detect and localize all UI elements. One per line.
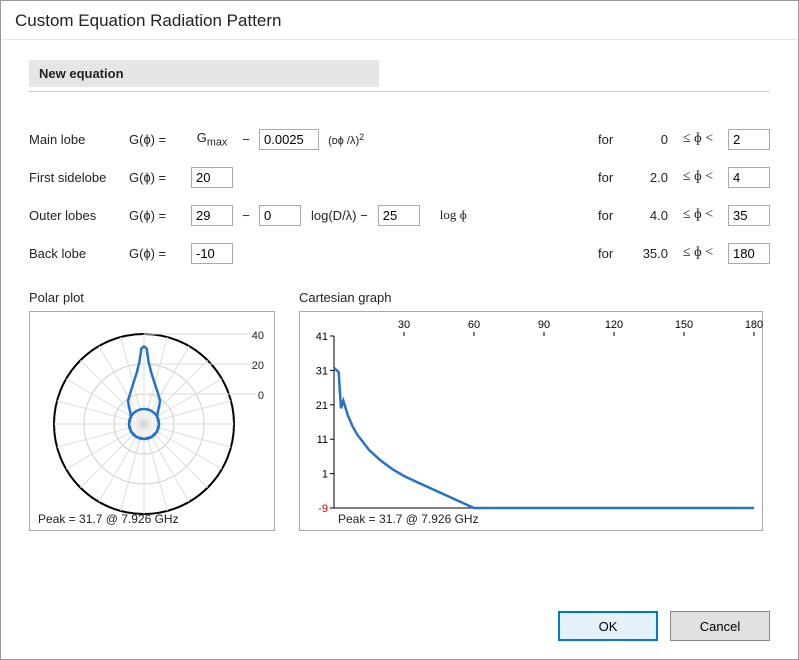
cartesian-peak-label: Peak = 31.7 @ 7.926 GHz [338,512,479,526]
outer-range-lo: 4.0 [632,208,668,223]
outer-lobes-label: Outer lobes [29,208,123,223]
back-lobe-label: Back lobe [29,246,123,261]
row-main-lobe: Main lobe G(ɸ) = Gmax − (ᴅɸ /λ)2 for 0 ≤… [29,120,770,158]
first-sidelobe-label: First sidelobe [29,170,123,185]
minus-sign: − [239,208,253,223]
svg-text:41: 41 [316,331,328,343]
svg-text:120: 120 [605,319,623,331]
section-header: New equation [29,60,379,87]
gphi-label: G(ɸ) = [129,132,185,147]
main-range-lo: 0 [632,132,668,147]
ok-button[interactable]: OK [558,611,658,641]
svg-text:-9: -9 [318,503,328,515]
svg-text:1: 1 [322,469,328,481]
back-value-input[interactable] [191,243,233,264]
row-first-sidelobe: First sidelobe G(ɸ) = for 2.0 ≤ ɸ < [29,158,770,196]
outer-range-hi-input[interactable] [728,205,770,226]
svg-text:150: 150 [675,319,693,331]
outer-range-ineq: ≤ ɸ < [676,207,720,223]
for-label: for [598,246,624,261]
minus-sign: − [239,132,253,147]
polar-tick-40: 40 [252,330,264,342]
back-range-ineq: ≤ ɸ < [676,245,720,261]
first-value-input[interactable] [191,167,233,188]
first-range-ineq: ≤ ɸ < [676,169,720,185]
main-coeff-input[interactable] [259,129,319,150]
logdl-label: log(D/λ) − [307,208,372,223]
outer-b-input[interactable] [259,205,301,226]
first-range-lo: 2.0 [632,170,668,185]
cancel-button[interactable]: Cancel [670,611,770,641]
polar-plot: 40 20 0 Peak = 31.7 @ 7.926 GHz [29,311,275,531]
polar-tick-0: 0 [258,390,264,402]
divider [29,91,770,92]
svg-text:11: 11 [317,434,328,446]
outer-a-input[interactable] [191,205,233,226]
cartesian-plot: 306090120150180413121111-9 Peak = 31.7 @… [299,311,763,531]
main-lobe-label: Main lobe [29,132,123,147]
polar-tick-20: 20 [252,360,264,372]
outer-c-input[interactable] [378,205,420,226]
svg-text:30: 30 [398,319,410,331]
gphi-label: G(ɸ) = [129,170,185,185]
logphi-label: log ɸ [426,207,471,223]
cartesian-plot-label: Cartesian graph [299,290,763,305]
svg-text:60: 60 [468,319,480,331]
first-range-hi-input[interactable] [728,167,770,188]
svg-text:180: 180 [745,319,763,331]
for-label: for [598,132,624,147]
window-title: Custom Equation Radiation Pattern [1,1,798,40]
gphi-label: G(ɸ) = [129,246,185,261]
row-back-lobe: Back lobe G(ɸ) = for 35.0 ≤ ɸ < [29,234,770,272]
gphi-label: G(ɸ) = [129,208,185,223]
back-range-lo: 35.0 [632,246,668,261]
for-label: for [598,170,624,185]
polar-peak-label: Peak = 31.7 @ 7.926 GHz [38,512,179,526]
main-tail-expr: (ᴅɸ /λ)2 [325,132,364,147]
gmax-symbol: Gmax [191,130,233,149]
svg-text:90: 90 [538,319,550,331]
for-label: for [598,208,624,223]
main-range-ineq: ≤ ɸ < [676,131,720,147]
svg-text:21: 21 [316,400,328,412]
main-range-hi-input[interactable] [728,129,770,150]
polar-plot-label: Polar plot [29,290,275,305]
svg-text:31: 31 [316,365,328,377]
back-range-hi-input[interactable] [728,243,770,264]
row-outer-lobes: Outer lobes G(ɸ) = − log(D/λ) − log ɸ fo… [29,196,770,234]
